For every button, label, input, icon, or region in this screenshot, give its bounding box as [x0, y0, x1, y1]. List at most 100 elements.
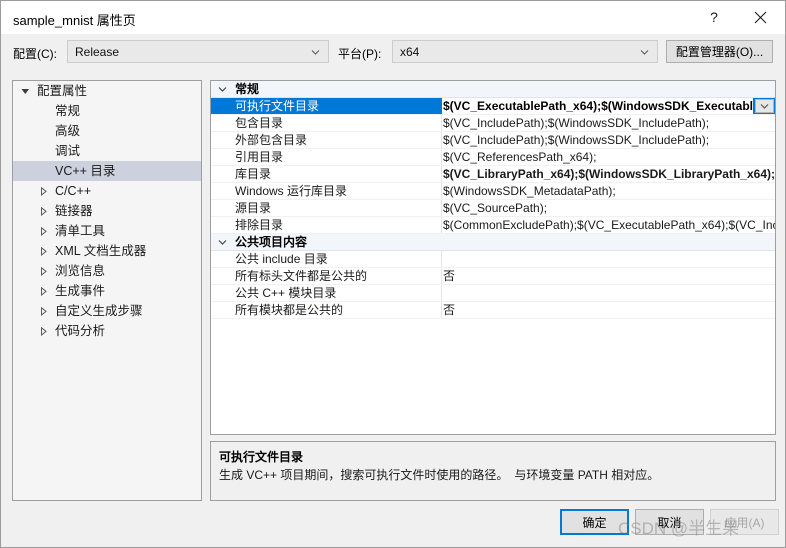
- tree-item-9[interactable]: 浏览信息: [13, 261, 201, 281]
- column-separator: [441, 217, 442, 233]
- description-title: 可执行文件目录: [219, 450, 304, 464]
- configuration-bar: 配置(C): Release 平台(P): x64 配置管理器(O)...: [1, 34, 785, 73]
- tree-item-0[interactable]: 配置属性: [13, 81, 201, 101]
- platform-label: 平台(P):: [338, 47, 382, 61]
- expander-collapsed-icon[interactable]: [35, 181, 51, 201]
- property-name: 外部包含目录: [235, 133, 308, 147]
- expander-expanded-icon[interactable]: [17, 81, 33, 101]
- property-value: $(VC_SourcePath);: [443, 201, 548, 215]
- configuration-manager-button[interactable]: 配置管理器(O)...: [666, 40, 773, 63]
- tree-item-2[interactable]: 高级: [13, 121, 201, 141]
- property-row[interactable]: 所有标头文件都是公共的 否: [211, 268, 775, 285]
- expander-collapsed-icon[interactable]: [35, 261, 51, 281]
- tree-item-7[interactable]: 清单工具: [13, 221, 201, 241]
- property-grid[interactable]: 常规可执行文件目录 $(VC_ExecutablePath_x64);$(Wind…: [210, 80, 776, 435]
- expander-none: [35, 161, 51, 181]
- close-icon[interactable]: [737, 1, 783, 33]
- tree-item-label: 高级: [55, 124, 81, 138]
- tree-item-11[interactable]: 自定义生成步骤: [13, 301, 201, 321]
- column-separator: [441, 285, 442, 301]
- apply-button: 应用(A): [710, 509, 779, 535]
- expander-none: [35, 141, 51, 161]
- configuration-label: 配置(C):: [13, 47, 57, 61]
- property-value: $(VC_ReferencesPath_x64);: [443, 150, 597, 164]
- tree-item-5[interactable]: C/C++: [13, 181, 201, 201]
- property-name: 引用目录: [235, 150, 284, 164]
- ok-button[interactable]: 确定: [560, 509, 629, 535]
- description-body: 生成 VC++ 项目期间，搜索可执行文件时使用的路径。 与环境变量 PATH 相…: [219, 468, 660, 482]
- expander-collapsed-icon[interactable]: [35, 301, 51, 321]
- tree-item-label: 代码分析: [55, 324, 106, 338]
- property-name: 排除目录: [235, 218, 284, 232]
- expander-none: [35, 101, 51, 121]
- column-separator: [441, 302, 442, 318]
- property-row[interactable]: Windows 运行库目录 $(WindowsSDK_MetadataPath);: [211, 183, 775, 200]
- expander-collapsed-icon[interactable]: [35, 241, 51, 261]
- property-name: 公共 C++ 模块目录: [235, 286, 337, 300]
- column-separator: [441, 132, 442, 148]
- tree-item-1[interactable]: 常规: [13, 101, 201, 121]
- expander-collapsed-icon[interactable]: [35, 221, 51, 241]
- tree-item-8[interactable]: XML 文档生成器: [13, 241, 201, 261]
- tree-item-12[interactable]: 代码分析: [13, 321, 201, 341]
- tree-item-label: 配置属性: [37, 84, 88, 98]
- property-row[interactable]: 外部包含目录 $(VC_IncludePath);$(WindowsSDK_Inc…: [211, 132, 775, 149]
- property-name: Windows 运行库目录: [235, 184, 348, 198]
- property-category-label: 常规: [235, 82, 260, 96]
- tree-item-label: 自定义生成步骤: [55, 304, 143, 318]
- properties-dialog: sample_mnist 属性页 ? 配置(C): Release 平台(P):…: [0, 0, 786, 548]
- tree-item-10[interactable]: 生成事件: [13, 281, 201, 301]
- tree-item-6[interactable]: 链接器: [13, 201, 201, 221]
- tree-item-label: XML 文档生成器: [55, 244, 147, 258]
- tree-item-3[interactable]: 调试: [13, 141, 201, 161]
- property-name: 公共 include 目录: [235, 252, 328, 266]
- configuration-value: Release: [75, 45, 120, 59]
- property-row[interactable]: 库目录 $(VC_LibraryPath_x64);$(WindowsSDK_Li…: [211, 166, 775, 183]
- property-value: $(CommonExcludePath);$(VC_ExecutablePath…: [443, 218, 775, 232]
- property-row[interactable]: 公共 C++ 模块目录: [211, 285, 775, 302]
- platform-value: x64: [400, 45, 420, 59]
- cancel-button[interactable]: 取消: [635, 509, 704, 535]
- tree-item-label: 链接器: [55, 204, 93, 218]
- expander-collapsed-icon[interactable]: [35, 281, 51, 301]
- property-row[interactable]: 源目录 $(VC_SourcePath);: [211, 200, 775, 217]
- property-row[interactable]: 包含目录 $(VC_IncludePath);$(WindowsSDK_Inclu…: [211, 115, 775, 132]
- description-pane: 可执行文件目录 生成 VC++ 项目期间，搜索可执行文件时使用的路径。 与环境变…: [210, 441, 776, 501]
- title-bar: sample_mnist 属性页 ?: [1, 1, 785, 34]
- tree-item-label: 生成事件: [55, 284, 106, 298]
- column-separator: [441, 183, 442, 199]
- tree-item-label: 调试: [55, 144, 81, 158]
- property-row[interactable]: 可执行文件目录 $(VC_ExecutablePath_x64);$(Window…: [211, 98, 775, 115]
- help-question-icon[interactable]: ?: [691, 1, 737, 33]
- tree-item-label: C/C++: [55, 184, 92, 198]
- tree-item-label: VC++ 目录: [55, 164, 116, 178]
- property-name: 包含目录: [235, 116, 284, 130]
- column-separator: [441, 200, 442, 216]
- property-name: 可执行文件目录: [235, 99, 320, 113]
- property-category-header[interactable]: 常规: [211, 81, 775, 98]
- tree-item-label: 常规: [55, 104, 81, 118]
- property-row[interactable]: 公共 include 目录: [211, 251, 775, 268]
- tree-item-4[interactable]: VC++ 目录: [13, 161, 201, 181]
- value-dropdown-button[interactable]: [755, 99, 774, 113]
- configuration-combobox[interactable]: Release: [67, 40, 329, 63]
- expander-collapsed-icon[interactable]: [35, 321, 51, 341]
- column-separator: [441, 268, 442, 284]
- property-value[interactable]: $(VC_ExecutablePath_x64);$(WindowsSDK_Ex…: [442, 98, 753, 114]
- platform-combobox[interactable]: x64: [392, 40, 658, 63]
- property-name: 所有模块都是公共的: [235, 303, 344, 317]
- property-value: $(VC_LibraryPath_x64);$(WindowsSDK_Libra…: [443, 167, 775, 181]
- property-row[interactable]: 所有模块都是公共的 否: [211, 302, 775, 319]
- property-value: 否: [443, 303, 456, 317]
- property-value: $(WindowsSDK_MetadataPath);: [443, 184, 616, 198]
- property-category-header[interactable]: 公共项目内容: [211, 234, 775, 251]
- chevron-down-icon[interactable]: [215, 81, 229, 97]
- property-value-text: $(VC_ExecutablePath_x64);$(WindowsSDK_Ex…: [443, 99, 753, 113]
- expander-collapsed-icon[interactable]: [35, 201, 51, 221]
- column-separator: [441, 251, 442, 267]
- configuration-tree[interactable]: 配置属性常规高级调试 VC++ 目录 C/C++ 链接器清单工具 XML 文档生成器浏览…: [12, 80, 202, 501]
- property-row[interactable]: 引用目录 $(VC_ReferencesPath_x64);: [211, 149, 775, 166]
- chevron-down-icon[interactable]: [215, 234, 229, 250]
- property-category-label: 公共项目内容: [235, 235, 308, 249]
- property-row[interactable]: 排除目录 $(CommonExcludePath);$(VC_Executable…: [211, 217, 775, 234]
